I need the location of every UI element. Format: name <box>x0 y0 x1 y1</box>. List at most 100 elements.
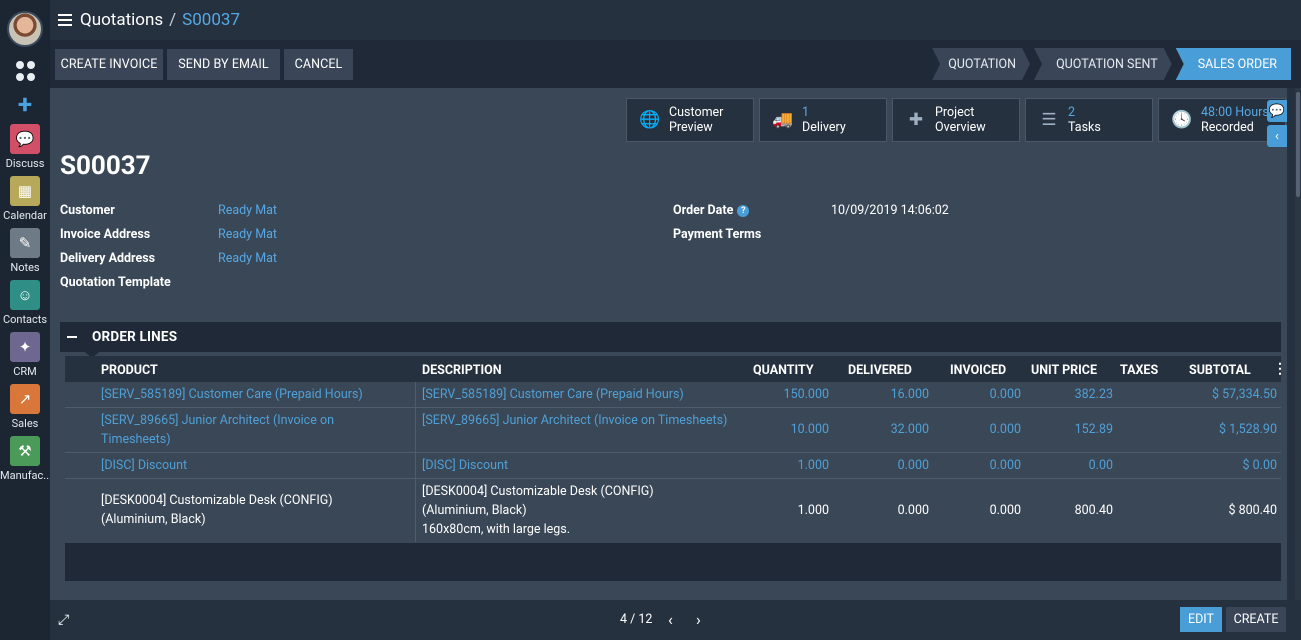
table-footer <box>65 543 1281 581</box>
stage-quotation[interactable]: QUOTATION <box>932 48 1030 80</box>
pager-next-icon[interactable]: › <box>696 610 701 629</box>
order-date-label: Order Date? <box>673 203 750 218</box>
breadcrumb-separator: / <box>169 10 177 30</box>
stage-sales-order[interactable]: SALES ORDER <box>1175 48 1291 80</box>
order-date-value: 10/09/2019 14:06:02 <box>831 203 949 218</box>
app-sidebar: + 💬 Discuss ▦ Calendar ✎ Notes ☺ Contact… <box>0 0 50 640</box>
delivery-button[interactable]: 🚚 1 Delivery <box>759 98 887 142</box>
pager-previous-icon[interactable]: ‹ <box>668 610 673 629</box>
cancel-button[interactable]: CANCEL <box>284 49 353 80</box>
row-unit-price: 0.00 <box>1088 458 1113 473</box>
project-overview-line1: Project <box>935 105 975 120</box>
customer-link[interactable]: Ready Mat <box>218 203 277 218</box>
expand-fullscreen-icon[interactable]: ⤢ <box>58 612 69 628</box>
table-row[interactable]: [DESK0004] Customizable Desk (CONFIG) (A… <box>65 479 1281 542</box>
order-lines-section-header[interactable]: ORDER LINES <box>60 322 1281 358</box>
form-sheet: 🌐 Customer Preview 🚚 1 Delivery ✚ Projec… <box>50 88 1287 600</box>
sidebar-app-discuss[interactable]: 💬 Discuss <box>0 124 50 170</box>
row-invoiced: 0.000 <box>989 503 1021 518</box>
row-description: [DISC] Discount <box>422 458 509 473</box>
sidebar-app-label: Contacts <box>2 313 48 326</box>
column-header-product[interactable]: PRODUCT <box>101 363 158 378</box>
customer-label: Customer <box>60 203 115 218</box>
column-options-kebab-icon[interactable]: ⋮ <box>1273 361 1287 377</box>
table-header: PRODUCT DESCRIPTION QUANTITY DELIVERED I… <box>65 356 1287 382</box>
sidebar-app-manufacturing[interactable]: ⚒ Manufac... <box>0 436 50 482</box>
column-header-subtotal[interactable]: SUBTOTAL <box>1189 363 1251 378</box>
handshake-icon: ✦ <box>10 332 40 362</box>
row-unit-price: 800.40 <box>1074 503 1113 518</box>
tasks-button[interactable]: ☰ 2 Tasks <box>1025 98 1153 142</box>
create-invoice-button[interactable]: CREATE INVOICE <box>55 49 163 80</box>
delivery-address-link[interactable]: Ready Mat <box>218 251 277 266</box>
column-header-unit-price[interactable]: UNIT PRICE <box>1031 363 1097 378</box>
table-row[interactable]: [SERV_585189] Customer Care (Prepaid Hou… <box>65 382 1281 408</box>
send-by-email-button[interactable]: SEND BY EMAIL <box>167 49 280 80</box>
notes-icon: ✎ <box>10 228 40 258</box>
project-overview-button[interactable]: ✚ Project Overview <box>892 98 1020 142</box>
pager-value[interactable]: 4 / 12 <box>620 612 652 627</box>
sidebar-app-label: Manufac... <box>0 469 50 482</box>
delivery-label: Delivery <box>802 120 846 135</box>
collapse-minus-icon[interactable] <box>67 336 77 338</box>
chatter-toggle-icon[interactable]: 💬 <box>1267 100 1287 122</box>
apps-menu-icon[interactable] <box>15 61 35 81</box>
column-header-delivered[interactable]: DELIVERED <box>848 363 912 378</box>
delivery-address-label: Delivery Address <box>60 251 156 266</box>
new-app-plus-icon[interactable]: + <box>18 92 32 118</box>
chart-icon: ↗ <box>10 384 40 414</box>
section-title: ORDER LINES <box>92 329 178 345</box>
scrollbar-thumb[interactable] <box>1296 92 1300 197</box>
sidebar-app-sales[interactable]: ↗ Sales <box>0 384 50 430</box>
row-subtotal: $ 57,334.50 <box>1211 387 1277 402</box>
column-header-invoiced[interactable]: INVOICED <box>950 363 1006 378</box>
row-quantity: 10.000 <box>790 422 829 437</box>
invoice-address-label: Invoice Address <box>60 227 151 242</box>
collapse-chevron-left-icon[interactable]: ‹ <box>1267 125 1287 147</box>
row-subtotal: $ 0.00 <box>1242 458 1278 473</box>
bottom-bar: ⤢ 4 / 12 ‹ › EDIT CREATE <box>50 600 1301 640</box>
sidebar-app-label: CRM <box>13 365 37 378</box>
sidebar-app-label: Discuss <box>5 157 45 170</box>
sidebar-app-calendar[interactable]: ▦ Calendar <box>0 176 50 222</box>
hamburger-menu-icon[interactable] <box>58 14 72 26</box>
sidebar-app-label: Notes <box>10 261 40 274</box>
order-lines-table: PRODUCT DESCRIPTION QUANTITY DELIVERED I… <box>65 356 1287 542</box>
sidebar-app-crm[interactable]: ✦ CRM <box>0 332 50 378</box>
column-header-taxes[interactable]: TAXES <box>1120 363 1158 378</box>
row-subtotal: $ 1,528.90 <box>1218 422 1277 437</box>
sidebar-app-notes[interactable]: ✎ Notes <box>0 228 50 274</box>
globe-icon: 🌐 <box>639 110 661 130</box>
hours-value: 48:00 Hours <box>1201 105 1269 120</box>
row-quantity: 1.000 <box>797 458 829 473</box>
create-button[interactable]: CREATE <box>1226 607 1286 632</box>
hours-label: Recorded <box>1201 120 1254 135</box>
row-product: [SERV_89665] Junior Architect (Invoice o… <box>101 413 334 447</box>
calendar-icon: ▦ <box>10 176 40 206</box>
wrench-icon: ⚒ <box>10 436 40 466</box>
breadcrumb-parent[interactable]: Quotations <box>80 10 163 30</box>
sidebar-app-label: Calendar <box>3 209 47 222</box>
puzzle-icon: ✚ <box>908 110 924 130</box>
row-invoiced: 0.000 <box>989 458 1021 473</box>
customer-preview-button[interactable]: 🌐 Customer Preview <box>626 98 754 142</box>
row-description: [SERV_89665] Junior Architect (Invoice o… <box>422 413 728 428</box>
edit-button[interactable]: EDIT <box>1180 607 1222 632</box>
payment-terms-label: Payment Terms <box>673 227 762 242</box>
table-row[interactable]: [DISC] Discount [DISC] Discount 1.000 0.… <box>65 453 1281 479</box>
table-row[interactable]: [SERV_89665] Junior Architect (Invoice o… <box>65 408 1281 453</box>
delivery-count: 1 <box>802 105 810 120</box>
user-avatar[interactable] <box>7 11 43 47</box>
control-panel: CREATE INVOICE SEND BY EMAIL CANCEL QUOT… <box>50 40 1301 88</box>
row-quantity: 1.000 <box>797 503 829 518</box>
row-delivered: 0.000 <box>897 458 929 473</box>
page-title: S00037 <box>60 151 151 181</box>
stage-quotation-sent[interactable]: QUOTATION SENT <box>1034 48 1172 80</box>
column-header-description[interactable]: DESCRIPTION <box>422 363 502 378</box>
row-product: [DESK0004] Customizable Desk (CONFIG) (A… <box>101 493 333 527</box>
column-header-quantity[interactable]: QUANTITY <box>753 363 814 378</box>
quotation-template-label: Quotation Template <box>60 275 171 290</box>
invoice-address-link[interactable]: Ready Mat <box>218 227 277 242</box>
help-question-icon[interactable]: ? <box>737 205 750 217</box>
sidebar-app-contacts[interactable]: ☺ Contacts <box>0 280 50 326</box>
